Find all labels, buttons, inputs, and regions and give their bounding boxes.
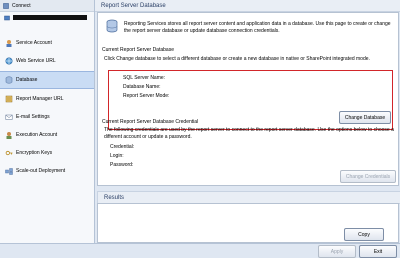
redacted-server-name bbox=[13, 15, 87, 20]
database-panel: Reporting Services stores all report ser… bbox=[97, 12, 399, 186]
connect-label: Connect bbox=[12, 2, 31, 9]
login-label: Login: bbox=[110, 153, 124, 159]
credential-description: The following credentials are used by th… bbox=[104, 127, 394, 140]
sidebar-item-label: Database bbox=[16, 77, 38, 83]
sidebar-item-web-service-url[interactable]: Web Service URL bbox=[0, 53, 94, 69]
sidebar-item-label: E-mail Settings bbox=[16, 114, 50, 120]
current-db-section-title: Current Report Server Database bbox=[102, 47, 174, 53]
change-credentials-button[interactable]: Change Credentials bbox=[340, 170, 396, 183]
sidebar-item-report-manager-url[interactable]: Report Manager URL bbox=[0, 91, 94, 107]
service-account-icon bbox=[5, 39, 13, 47]
sidebar-item-label: Encryption Keys bbox=[16, 150, 53, 156]
scale-out-deployment-icon bbox=[5, 167, 13, 175]
server-name-row bbox=[0, 12, 94, 23]
sidebar-item-label: Web Service URL bbox=[16, 58, 56, 64]
sql-server-name-label: SQL Server Name: bbox=[123, 75, 166, 81]
intro-text: Reporting Services stores all report ser… bbox=[124, 21, 391, 34]
server-icon bbox=[4, 15, 10, 21]
exit-button[interactable]: Exit bbox=[359, 245, 397, 258]
database-name-label: Database Name: bbox=[123, 84, 161, 90]
sidebar-item-scale-out-deployment[interactable]: Scale-out Deployment bbox=[0, 163, 94, 179]
password-label: Password: bbox=[110, 162, 134, 168]
sidebar-item-label: Service Account bbox=[16, 40, 52, 46]
email-settings-icon bbox=[5, 113, 13, 121]
sidebar-item-execution-account[interactable]: Execution Account bbox=[0, 127, 94, 143]
change-database-button[interactable]: Change Database bbox=[339, 111, 391, 124]
results-panel: Copy bbox=[97, 203, 399, 243]
report-server-mode-label: Report Server Mode: bbox=[123, 93, 170, 99]
sidebar-item-email-settings[interactable]: E-mail Settings bbox=[0, 109, 94, 125]
credential-section-title: Current Report Server Database Credentia… bbox=[102, 119, 199, 125]
main-content: Report Server Database Reporting Service… bbox=[95, 0, 400, 243]
sidebar: Connect Service Account Web Service URL … bbox=[0, 0, 95, 243]
sidebar-item-label: Execution Account bbox=[16, 132, 58, 138]
sidebar-item-label: Report Manager URL bbox=[16, 96, 64, 102]
apply-button[interactable]: Apply bbox=[318, 245, 356, 258]
footer-bar: Apply Exit bbox=[0, 243, 400, 258]
encryption-keys-icon bbox=[5, 149, 13, 157]
database-icon bbox=[5, 76, 13, 84]
sidebar-item-service-account[interactable]: Service Account bbox=[0, 35, 94, 51]
execution-account-icon bbox=[5, 131, 13, 139]
sidebar-item-label: Scale-out Deployment bbox=[16, 168, 66, 174]
sidebar-item-encryption-keys[interactable]: Encryption Keys bbox=[0, 145, 94, 161]
sidebar-item-database[interactable]: Database bbox=[0, 71, 94, 89]
copy-button[interactable]: Copy bbox=[344, 228, 384, 241]
current-db-description: Click Change database to select a differ… bbox=[104, 56, 370, 62]
report-manager-url-icon bbox=[5, 95, 13, 103]
credential-label: Credential: bbox=[110, 144, 135, 150]
web-service-url-icon bbox=[5, 57, 13, 65]
page-title: Report Server Database bbox=[95, 0, 400, 12]
database-header-icon bbox=[106, 19, 118, 33]
connect-bar[interactable]: Connect bbox=[0, 0, 94, 12]
connect-icon bbox=[3, 2, 9, 9]
sidebar-nav: Service Account Web Service URL Database… bbox=[0, 35, 94, 179]
